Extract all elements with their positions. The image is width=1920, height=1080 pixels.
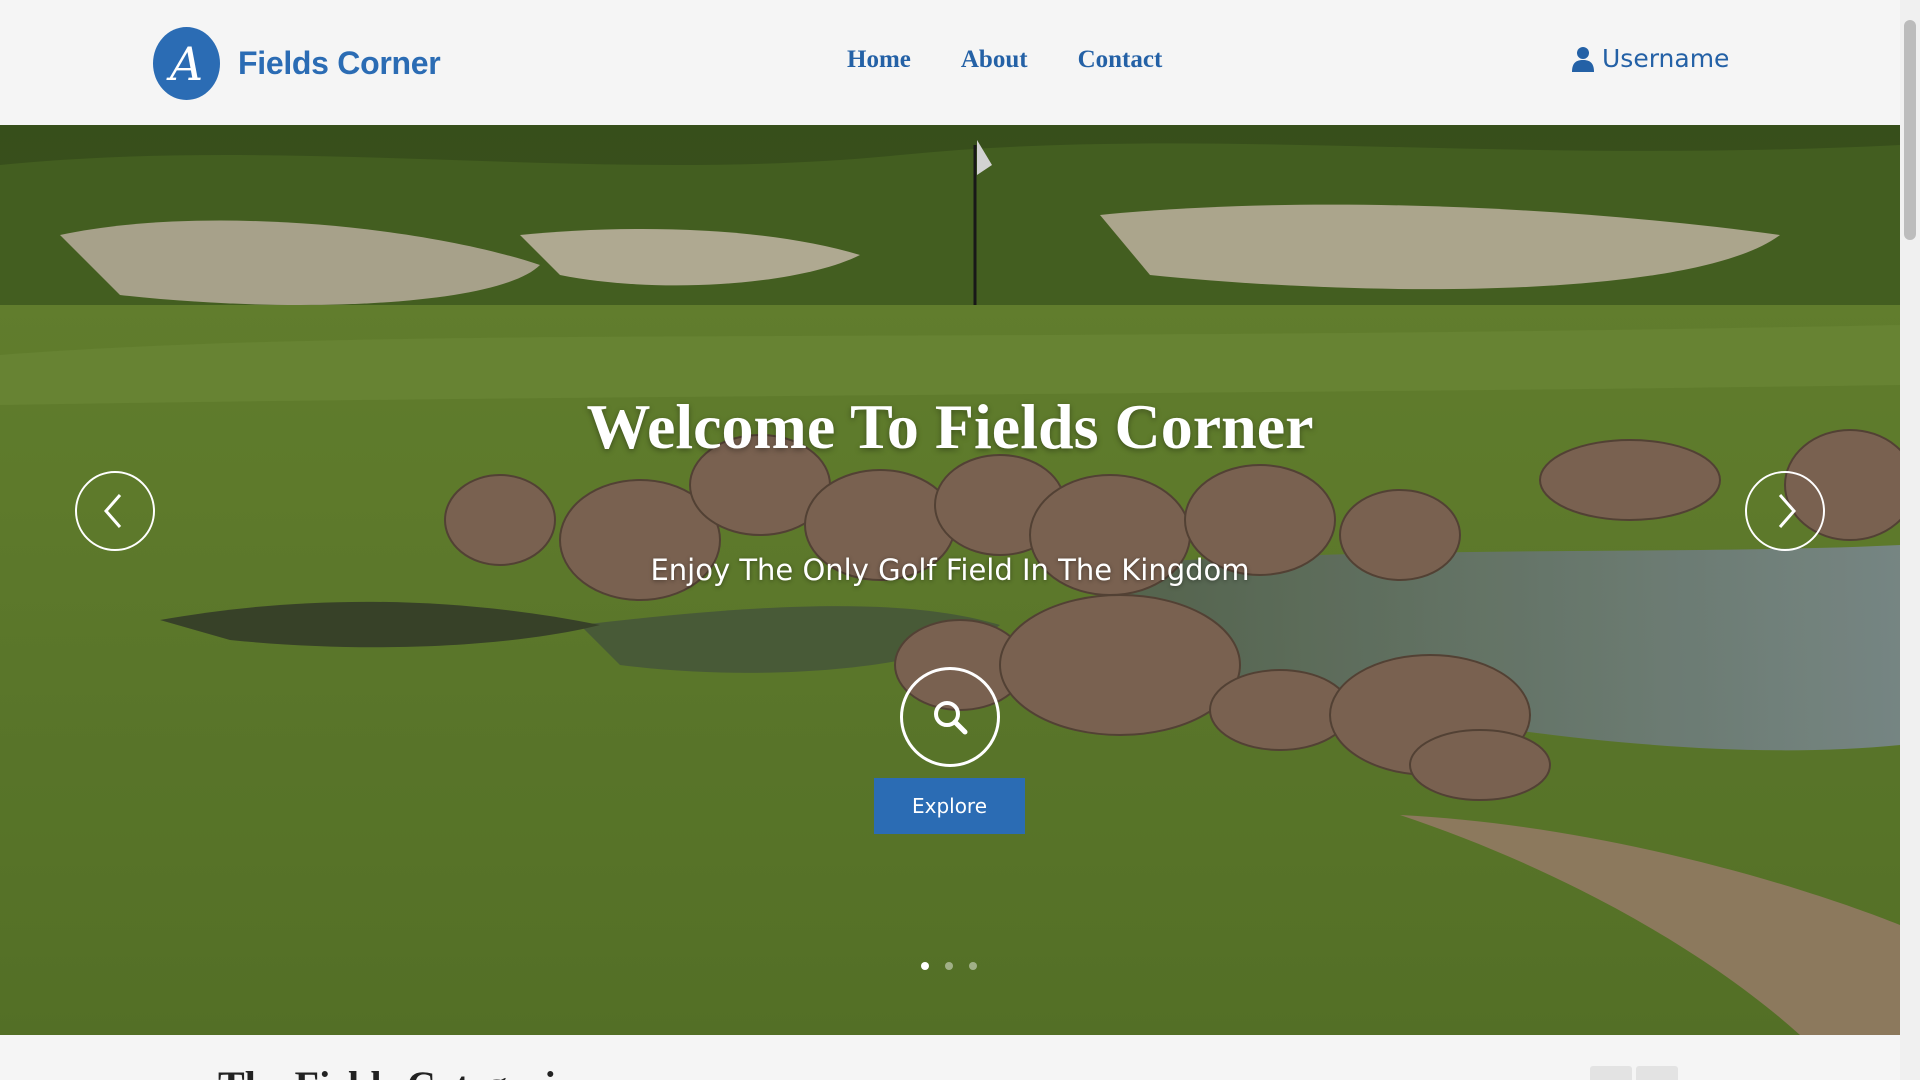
carousel-indicator-1[interactable] [921, 962, 929, 970]
username-label: Username [1602, 44, 1730, 73]
carousel-prev-button[interactable] [75, 471, 155, 551]
carousel-next-button[interactable] [1745, 471, 1825, 551]
explore-button[interactable]: Explore [874, 778, 1025, 834]
hero-subtitle: Enjoy The Only Golf Field In The Kingdom [650, 553, 1250, 587]
nav-home-link[interactable]: Home [847, 46, 911, 74]
main-nav: Home About Contact [847, 46, 1212, 74]
section-title: The Fields Categories [218, 1062, 589, 1080]
page-scrollbar[interactable] [1900, 0, 1920, 1080]
search-icon [934, 701, 968, 735]
nav-about-link[interactable]: About [961, 46, 1028, 74]
brand[interactable]: A Fields Corner [153, 27, 441, 100]
section-next-button[interactable] [1636, 1066, 1678, 1080]
hero-search-button[interactable] [900, 667, 1000, 767]
section-prev-button[interactable] [1590, 1066, 1632, 1080]
carousel-indicator-3[interactable] [969, 962, 977, 970]
brand-logo-letter: A [169, 36, 204, 91]
carousel-indicators [921, 962, 977, 970]
carousel-indicator-2[interactable] [945, 962, 953, 970]
scrollbar-thumb[interactable] [1904, 20, 1916, 240]
chevron-left-icon [104, 494, 122, 528]
user-menu[interactable]: Username [1572, 44, 1729, 73]
brand-logo: A [153, 27, 220, 100]
section-controls [1590, 1066, 1678, 1080]
brand-name: Fields Corner [238, 45, 441, 81]
hero-title: Welcome To Fields Corner [586, 391, 1314, 462]
chevron-right-icon [1778, 494, 1796, 528]
user-icon [1572, 46, 1594, 72]
page: A Fields Corner Home About Contact Usern… [0, 0, 1920, 1080]
nav-contact-link[interactable]: Contact [1078, 46, 1163, 74]
navbar: A Fields Corner Home About Contact Usern… [0, 0, 1900, 125]
hero-carousel: Welcome To Fields Corner Enjoy The Only … [0, 125, 1900, 1035]
